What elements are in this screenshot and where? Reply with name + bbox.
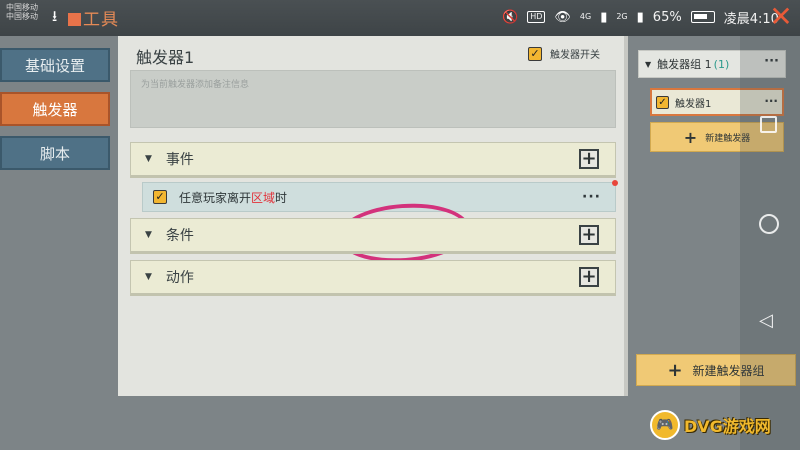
back-icon[interactable]: ◁ xyxy=(759,310,773,331)
left-navigation: 基础设置 触发器 脚本 xyxy=(0,36,114,450)
system-status: 🔇 HD 👁 4G ▮ 2G ▮ 65% 凌晨4:10 xyxy=(502,7,779,27)
notification-dot xyxy=(612,180,618,186)
note-input[interactable]: 为当前触发器添加备注信息 xyxy=(130,70,616,128)
trigger-group-count: (1) xyxy=(713,57,730,71)
network-2g: 2G xyxy=(616,12,628,21)
gamepad-icon: 🎮 xyxy=(650,410,680,440)
plus-icon: + xyxy=(683,127,698,147)
event-description: 任意玩家离开区域时 xyxy=(179,189,287,206)
expand-triangle-icon[interactable]: ▼ xyxy=(145,154,152,164)
page-title[interactable]: 触发器1 xyxy=(136,44,194,68)
tab-basic-settings[interactable]: 基础设置 xyxy=(0,48,110,82)
trigger-switch-checkbox[interactable]: ✓ xyxy=(528,46,542,61)
download-icon: ⭳ xyxy=(52,7,58,25)
section-condition[interactable]: ▼ 条件 + xyxy=(130,218,616,254)
section-action-label: 动作 xyxy=(165,270,194,286)
add-action-button[interactable]: + xyxy=(579,267,599,287)
add-event-button[interactable]: + xyxy=(579,149,599,169)
carrier-line-2: 中国移动 xyxy=(6,12,38,21)
signal-icon-2: ▮ xyxy=(636,9,644,25)
app-logo-icon xyxy=(68,13,81,26)
section-event-label: 事件 xyxy=(165,152,194,168)
carrier-line-1: 中国移动 xyxy=(6,3,38,12)
hd-badge: HD xyxy=(527,11,546,23)
section-condition-label: 条件 xyxy=(165,228,194,244)
event-more-icon[interactable]: ··· xyxy=(582,189,601,205)
tab-scripts[interactable]: 脚本 xyxy=(0,136,110,170)
watermark: 🎮 DVG游戏网 xyxy=(650,406,796,444)
section-event[interactable]: ▼ 事件 + xyxy=(130,142,616,178)
event-checkbox[interactable]: ✓ xyxy=(153,190,167,204)
android-navigation-bar: ◁ xyxy=(740,36,800,450)
trigger-switch-label: 触发器开关 xyxy=(550,50,600,61)
section-action[interactable]: ▼ 动作 + xyxy=(130,260,616,296)
chevron-down-icon[interactable]: ▼ xyxy=(645,60,651,69)
add-condition-button[interactable]: + xyxy=(579,225,599,245)
app-title-text: 工具 xyxy=(83,10,119,30)
signal-icon: ▮ xyxy=(600,9,608,25)
carrier-info: 中国移动 中国移动 xyxy=(6,3,38,21)
plus-icon: + xyxy=(667,359,683,381)
home-icon[interactable] xyxy=(759,214,779,234)
mute-icon: 🔇 xyxy=(502,9,519,25)
network-4g: 4G xyxy=(579,12,592,21)
status-bar: 中国移动 中国移动 ⭳ 工具 🔇 HD 👁 4G ▮ 2G ▮ 65% 凌晨4:… xyxy=(0,0,800,36)
app-title: 工具 xyxy=(68,5,119,30)
battery-icon xyxy=(690,11,715,23)
event-text-highlight[interactable]: 区域 xyxy=(251,191,275,205)
trigger-item-name: 触发器1 xyxy=(675,98,712,110)
expand-triangle-icon[interactable]: ▼ xyxy=(145,230,152,240)
trigger-item-checkbox[interactable]: ✓ xyxy=(656,95,669,109)
eye-icon: 👁 xyxy=(554,9,571,25)
close-icon[interactable]: ✕ xyxy=(766,2,796,32)
recent-apps-icon[interactable] xyxy=(760,116,777,133)
expand-triangle-icon[interactable]: ▼ xyxy=(145,272,152,282)
watermark-text: DVG游戏网 xyxy=(684,417,771,436)
event-text-end: 时 xyxy=(275,190,288,205)
event-text-start: 任意玩家离开 xyxy=(179,190,252,205)
trigger-switch[interactable]: ✓ 触发器开关 xyxy=(528,46,600,61)
battery-percent: 65% xyxy=(652,9,682,25)
tab-triggers[interactable]: 触发器 xyxy=(0,92,110,126)
trigger-editor: 触发器1 ✓ 触发器开关 为当前触发器添加备注信息 ▼ 事件 + ✓ 任意玩家离… xyxy=(118,36,628,396)
trigger-group-name: 触发器组 1 xyxy=(657,58,712,71)
